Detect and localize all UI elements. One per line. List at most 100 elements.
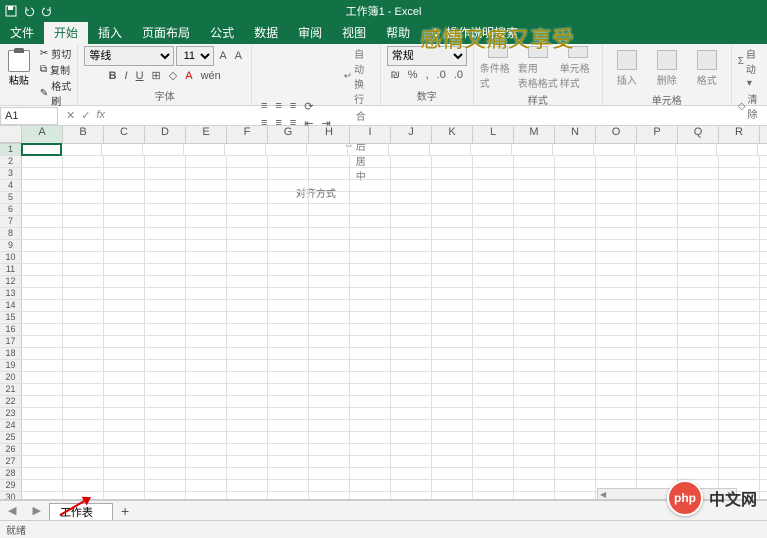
cell[interactable] <box>268 228 309 239</box>
cell[interactable] <box>186 492 227 500</box>
cell[interactable] <box>309 300 350 311</box>
cell[interactable] <box>596 408 637 419</box>
cell[interactable] <box>719 420 760 431</box>
row-header[interactable]: 28 <box>0 468 22 479</box>
cell[interactable] <box>432 288 473 299</box>
cell[interactable] <box>555 192 596 203</box>
cell[interactable] <box>104 216 145 227</box>
bold-button[interactable]: B <box>106 69 120 83</box>
cell[interactable] <box>678 264 719 275</box>
cell[interactable] <box>268 348 309 359</box>
cell[interactable] <box>391 264 432 275</box>
cell[interactable] <box>678 336 719 347</box>
cell[interactable] <box>432 372 473 383</box>
cell[interactable] <box>143 144 184 155</box>
cell[interactable] <box>309 204 350 215</box>
cell[interactable] <box>473 360 514 371</box>
cell[interactable] <box>514 336 555 347</box>
row-header[interactable]: 22 <box>0 396 22 407</box>
column-header[interactable]: D <box>145 126 186 143</box>
column-header[interactable]: F <box>227 126 268 143</box>
cell[interactable] <box>104 276 145 287</box>
cell[interactable] <box>227 456 268 467</box>
row-header[interactable]: 4 <box>0 180 22 191</box>
cell[interactable] <box>512 144 553 155</box>
cell[interactable] <box>145 312 186 323</box>
column-header[interactable]: O <box>596 126 637 143</box>
cell[interactable] <box>309 348 350 359</box>
cell[interactable] <box>719 264 760 275</box>
cell[interactable] <box>184 144 225 155</box>
tab-layout[interactable]: 页面布局 <box>132 21 200 44</box>
cell[interactable] <box>719 336 760 347</box>
cell[interactable] <box>635 144 676 155</box>
cell[interactable] <box>145 432 186 443</box>
cell[interactable] <box>350 192 391 203</box>
cell[interactable] <box>555 240 596 251</box>
cell[interactable] <box>350 456 391 467</box>
cell[interactable] <box>22 240 63 251</box>
cell[interactable] <box>104 168 145 179</box>
underline-button[interactable]: U <box>133 69 147 83</box>
cell[interactable] <box>309 336 350 347</box>
row-header[interactable]: 30 <box>0 492 22 500</box>
cell[interactable] <box>719 408 760 419</box>
cell[interactable] <box>596 360 637 371</box>
cell[interactable] <box>596 204 637 215</box>
cell[interactable] <box>63 216 104 227</box>
cell[interactable] <box>514 408 555 419</box>
cell[interactable] <box>350 480 391 491</box>
cell[interactable] <box>514 264 555 275</box>
cell[interactable] <box>596 324 637 335</box>
cell[interactable] <box>61 144 102 155</box>
cell[interactable] <box>432 396 473 407</box>
cell[interactable] <box>227 204 268 215</box>
cell[interactable] <box>555 288 596 299</box>
cell[interactable] <box>266 144 307 155</box>
cell[interactable] <box>473 420 514 431</box>
cell[interactable] <box>432 408 473 419</box>
cell[interactable] <box>719 432 760 443</box>
cell[interactable] <box>678 312 719 323</box>
cell[interactable] <box>514 372 555 383</box>
cell[interactable] <box>637 300 678 311</box>
cell[interactable] <box>637 264 678 275</box>
cell[interactable] <box>637 444 678 455</box>
cell[interactable] <box>391 396 432 407</box>
cell[interactable] <box>596 444 637 455</box>
cell[interactable] <box>391 444 432 455</box>
cell[interactable] <box>514 492 555 500</box>
cell[interactable] <box>432 276 473 287</box>
cell[interactable] <box>186 348 227 359</box>
cell[interactable] <box>719 252 760 263</box>
cell[interactable] <box>514 228 555 239</box>
cell[interactable] <box>514 192 555 203</box>
cell[interactable] <box>22 228 63 239</box>
cell[interactable] <box>637 360 678 371</box>
cell[interactable] <box>678 444 719 455</box>
cell[interactable] <box>186 456 227 467</box>
cell[interactable] <box>350 252 391 263</box>
column-header[interactable]: L <box>473 126 514 143</box>
cell[interactable] <box>432 204 473 215</box>
cell[interactable] <box>22 492 63 500</box>
cell[interactable] <box>637 408 678 419</box>
cell[interactable] <box>678 384 719 395</box>
cell[interactable] <box>719 384 760 395</box>
cell[interactable] <box>514 252 555 263</box>
column-header[interactable]: A <box>22 126 63 143</box>
cell[interactable] <box>596 168 637 179</box>
cell[interactable] <box>391 372 432 383</box>
cell[interactable] <box>596 180 637 191</box>
cell[interactable] <box>309 468 350 479</box>
cell[interactable] <box>678 468 719 479</box>
undo-icon[interactable] <box>22 4 36 18</box>
cell[interactable] <box>473 156 514 167</box>
number-format-select[interactable]: 常规 <box>387 46 467 66</box>
cell[interactable] <box>555 480 596 491</box>
cell[interactable] <box>186 252 227 263</box>
cell[interactable] <box>350 348 391 359</box>
cell[interactable] <box>678 216 719 227</box>
cell[interactable] <box>145 300 186 311</box>
cell[interactable] <box>473 252 514 263</box>
